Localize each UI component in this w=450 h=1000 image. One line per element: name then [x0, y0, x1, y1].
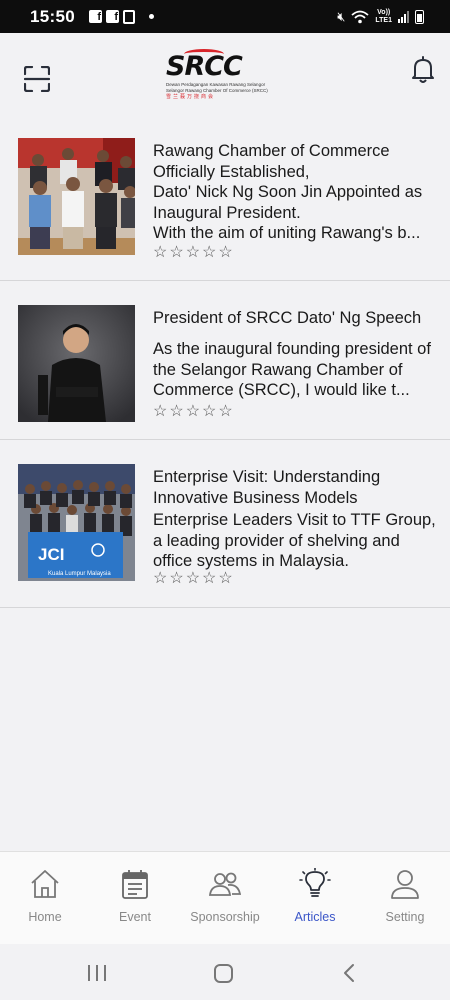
- bell-icon[interactable]: [411, 56, 435, 84]
- article-thumbnail: [18, 305, 135, 422]
- jci-group-photo-image: JCI Kuala Lumpur Malaysia: [18, 464, 135, 581]
- bottom-nav: Home Event Sponsorship Articles Setting: [0, 851, 450, 944]
- star-icon: ☆: [185, 403, 201, 420]
- star-icon: ☆: [153, 244, 168, 261]
- nav-label-articles: Articles: [294, 910, 336, 924]
- app-header: SRCC Dewan Perdagangan Kawasan Rawang Se…: [0, 33, 450, 120]
- recent-apps-icon[interactable]: [88, 965, 106, 981]
- volte-label: Vo)): [377, 8, 391, 16]
- facebook-notification-icon: f: [105, 10, 119, 23]
- status-time: 15:50: [30, 6, 75, 26]
- star-icon: ☆: [202, 570, 217, 587]
- article-item[interactable]: Rawang Chamber of Commerce Officially Es…: [0, 120, 450, 281]
- scan-icon[interactable]: [24, 66, 50, 92]
- article-rating: ☆ ☆ ☆ ☆ ☆: [153, 571, 233, 587]
- mute-icon: 🔇︎: [337, 8, 346, 24]
- star-icon: ☆: [202, 403, 217, 420]
- jci-banner-text: JCI: [38, 545, 64, 564]
- clipboard-notification-icon: [122, 9, 135, 24]
- system-navigation-bar: [0, 944, 450, 1000]
- article-description: Enterprise Leaders Visit to TTF Group, a…: [153, 511, 436, 570]
- star-icon: ☆: [218, 403, 233, 420]
- star-icon: ☆: [185, 244, 201, 261]
- star-icon: ☆: [169, 244, 184, 261]
- facebook-notification-icon: f: [88, 10, 102, 23]
- nav-item-event[interactable]: Event: [90, 852, 180, 945]
- home-icon: [31, 870, 59, 898]
- article-item[interactable]: President of SRCC Dato' Ng Speech As the…: [0, 281, 450, 440]
- logo-subtitle-chinese: 雪兰莪万挠商会: [166, 94, 216, 100]
- jci-banner-subtext: Kuala Lumpur Malaysia: [48, 571, 111, 577]
- article-thumbnail: [18, 138, 135, 255]
- system-status-icons: 🔇︎ Vo)) LTE1: [337, 9, 424, 25]
- nav-item-home[interactable]: Home: [0, 852, 90, 945]
- article-title: Enterprise Visit: Understanding Innovati…: [153, 468, 381, 507]
- group-photo-image: [18, 138, 135, 255]
- star-icon: ☆: [169, 570, 184, 587]
- more-notifications-dot-icon: [148, 14, 154, 19]
- volte-indicator: Vo)) LTE1: [375, 9, 392, 25]
- portrait-photo-image: [18, 305, 135, 422]
- star-icon: ☆: [169, 403, 184, 420]
- status-bar: 15:50 f f 🔇︎ Vo)) LTE1: [0, 0, 450, 33]
- nav-label-home: Home: [28, 910, 62, 924]
- star-icon: ☆: [218, 570, 233, 587]
- signal-icon: [398, 10, 409, 23]
- lightbulb-icon: [299, 868, 331, 897]
- nav-label-setting: Setting: [385, 910, 425, 924]
- nav-item-setting[interactable]: Setting: [360, 852, 450, 945]
- people-icon: [209, 872, 241, 896]
- nav-item-articles[interactable]: Articles: [270, 852, 360, 945]
- battery-icon: [415, 9, 424, 24]
- home-button-icon[interactable]: [214, 964, 233, 983]
- nav-label-event: Event: [119, 910, 151, 924]
- star-icon: ☆: [185, 570, 201, 587]
- article-thumbnail: JCI Kuala Lumpur Malaysia: [18, 464, 135, 581]
- nav-label-sponsorship: Sponsorship: [190, 910, 260, 924]
- nav-item-sponsorship[interactable]: Sponsorship: [180, 852, 270, 945]
- star-icon: ☆: [218, 244, 233, 261]
- article-rating: ☆ ☆ ☆ ☆ ☆: [153, 245, 233, 261]
- star-icon: ☆: [153, 403, 168, 420]
- logo-mark: SRCC: [166, 49, 276, 81]
- article-description: Dato' Nick Ng Soon Jin Appointed as Inau…: [153, 183, 423, 242]
- user-icon: [391, 870, 419, 899]
- article-title: President of SRCC Dato' Ng Speech: [153, 309, 422, 327]
- wifi-icon: [351, 10, 369, 23]
- srcc-logo: SRCC Dewan Perdagangan Kawasan Rawang Se…: [166, 49, 276, 105]
- article-description: As the inaugural founding president of t…: [153, 340, 431, 399]
- article-title: Rawang Chamber of Commerce Officially Es…: [153, 142, 390, 181]
- calendar-icon: [122, 870, 148, 899]
- back-icon[interactable]: [341, 963, 357, 983]
- star-icon: ☆: [202, 244, 217, 261]
- star-icon: ☆: [153, 570, 168, 587]
- notification-icons: f f: [88, 9, 154, 24]
- article-rating: ☆ ☆ ☆ ☆ ☆: [153, 404, 233, 420]
- article-item[interactable]: JCI Kuala Lumpur Malaysia Enterprise Vis…: [0, 440, 450, 608]
- lte-label: LTE1: [375, 16, 392, 24]
